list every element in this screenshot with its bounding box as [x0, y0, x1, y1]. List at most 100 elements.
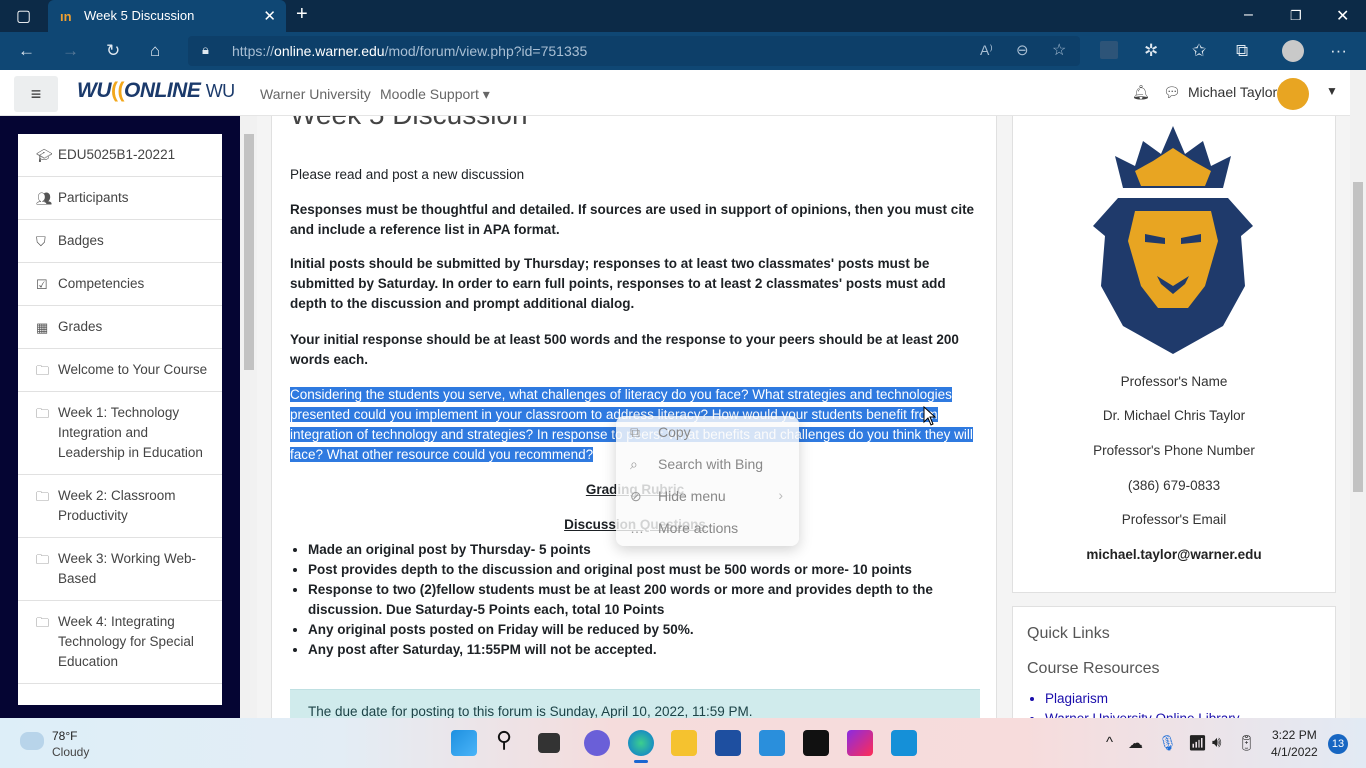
nav-link-moodle-support[interactable]: Moodle Support ▾: [380, 86, 490, 103]
sidebar-scrollbar[interactable]: [240, 116, 257, 718]
home-icon[interactable]: ⌂: [150, 41, 160, 61]
search-icon[interactable]: ⚲: [496, 727, 522, 753]
context-menu-more-actions[interactable]: … More actions: [616, 514, 799, 544]
paramount-icon[interactable]: [847, 730, 873, 756]
sidebar-item-week-1[interactable]: 🗀 Week 1: Technology Integration and Lead…: [18, 392, 222, 475]
context-menu-copy[interactable]: ⧉ Copy: [616, 418, 799, 448]
professor-name-label: Professor's Name: [1120, 374, 1228, 389]
weather-desc[interactable]: Cloudy: [52, 745, 89, 759]
sidebar-item-badges[interactable]: ⛉ Badges: [18, 220, 222, 263]
profile-icon[interactable]: [1282, 40, 1304, 62]
battery-icon[interactable]: 🔋︎: [1237, 734, 1256, 752]
tab-title: Week 5 Discussion: [84, 8, 195, 23]
plagiarism-link[interactable]: Plagiarism: [1045, 689, 1240, 709]
task-view-icon[interactable]: [538, 733, 560, 753]
list-item: Any original posts posted on Friday will…: [308, 620, 980, 640]
context-menu-search-bing[interactable]: ⌕ Search with Bing: [616, 450, 799, 480]
sidebar-item-participants[interactable]: 👥︎ Participants: [18, 177, 222, 220]
weather-cloud-icon[interactable]: [20, 732, 44, 750]
pluto-tv-icon[interactable]: [803, 730, 829, 756]
user-name[interactable]: Michael Taylor: [1188, 84, 1277, 100]
clock-time[interactable]: 3:22 PM: [1272, 728, 1317, 742]
professor-phone-label: Professor's Phone Number: [1093, 443, 1255, 458]
user-menu-caret-icon[interactable]: ▼: [1326, 84, 1338, 98]
quick-links-block: Quick Links Course Resources Plagiarism …: [1012, 606, 1336, 736]
minimize-icon[interactable]: –: [1244, 6, 1253, 24]
search-bing-icon: ⌕: [630, 456, 638, 472]
more-menu-icon[interactable]: ···: [1330, 41, 1347, 61]
extensions-puzzle-icon[interactable]: ✲: [1144, 41, 1158, 61]
menu-toggle-button[interactable]: ≡: [14, 76, 58, 112]
sidebar-item-week-4[interactable]: 🗀 Week 4: Integrating Technology for Spec…: [18, 601, 222, 684]
page-scrollbar[interactable]: [1350, 70, 1366, 718]
lion-logo: [1093, 126, 1253, 354]
close-window-icon[interactable]: ✕: [1336, 6, 1349, 26]
sidebar-scroll-thumb[interactable]: [244, 134, 254, 370]
url-text[interactable]: https://online.warner.edu/mod/forum/view…: [232, 43, 587, 59]
browser-tab[interactable]: ın Week 5 Discussion ✕: [48, 0, 286, 32]
zoom-app-icon[interactable]: [891, 730, 917, 756]
sidebar-item-week-2[interactable]: 🗀 Week 2: Classroom Productivity: [18, 475, 222, 538]
tray-overflow-icon[interactable]: ^: [1106, 734, 1113, 751]
add-favorite-icon[interactable]: ☆: [1052, 40, 1066, 60]
hide-icon: ⊘: [630, 488, 642, 504]
mouse-cursor-icon: [923, 406, 937, 426]
tab-actions-icon[interactable]: ▢: [16, 6, 31, 26]
zoom-out-icon[interactable]: ⊖: [1016, 41, 1029, 59]
avatar[interactable]: [1277, 78, 1309, 110]
context-menu-hide[interactable]: ⊘ Hide menu ›: [616, 482, 799, 512]
active-app-indicator: [634, 760, 648, 763]
file-explorer-icon[interactable]: [671, 730, 697, 756]
professor-phone: (386) 679-0833: [1127, 478, 1221, 493]
page-scroll-thumb[interactable]: [1353, 182, 1363, 492]
edge-icon[interactable]: [628, 730, 654, 756]
site-header: ≡ WU((ONLINE WU Warner University Moodle…: [0, 70, 1352, 116]
sidebar-item-competencies[interactable]: ☑ Competencies: [18, 263, 222, 306]
refresh-icon[interactable]: ↻: [106, 41, 120, 61]
address-bar[interactable]: 🔒︎ https://online.warner.edu/mod/forum/v…: [188, 36, 1080, 66]
browser-titlebar: ▢ ın Week 5 Discussion ✕ + – ❐ ✕: [0, 0, 1366, 32]
start-icon[interactable]: [451, 730, 477, 756]
forward-icon[interactable]: →: [62, 41, 79, 61]
lock-icon: 🔒︎: [202, 42, 209, 57]
new-tab-icon[interactable]: +: [296, 3, 308, 26]
store-icon[interactable]: [715, 730, 741, 756]
microphone-icon[interactable]: 🎙︎: [1158, 734, 1177, 752]
moodle-icon: ın: [60, 9, 72, 24]
wifi-icon[interactable]: 📶︎: [1188, 734, 1207, 752]
quick-links-title: Quick Links: [1027, 625, 1110, 642]
close-tab-icon[interactable]: ✕: [263, 7, 276, 25]
extension-icon[interactable]: [1100, 41, 1118, 59]
professor-email[interactable]: michael.taylor@warner.edu: [1013, 547, 1335, 562]
chevron-right-icon: ›: [778, 487, 783, 503]
sidebar-item-welcome[interactable]: 🗀 Welcome to Your Course: [18, 349, 222, 392]
sidebar-item-grades[interactable]: ▦ Grades: [18, 306, 222, 349]
volume-icon[interactable]: 🔊︎: [1212, 734, 1221, 751]
professor-name: Dr. Michael Chris Taylor: [1102, 408, 1246, 423]
notification-badge[interactable]: 13: [1328, 734, 1348, 754]
favorites-icon[interactable]: ✩: [1192, 41, 1206, 61]
clock-date[interactable]: 4/1/2022: [1271, 745, 1318, 759]
nav-link-warner-university[interactable]: Warner University: [260, 86, 371, 102]
site-logo[interactable]: WU((ONLINE WU: [77, 79, 235, 103]
requirements-paragraph: Responses must be thoughtful and detaile…: [290, 202, 975, 237]
sidebar-item-course[interactable]: 🎓︎ EDU5025B1-20221: [18, 134, 222, 177]
table-icon: ▦: [36, 320, 49, 335]
notifications-bell-icon[interactable]: 🔔︎: [1132, 84, 1150, 101]
back-icon[interactable]: ←: [18, 41, 35, 61]
list-item: Response to two (2)fellow students must …: [308, 580, 980, 620]
collections-icon[interactable]: ⧉: [1236, 41, 1248, 61]
teams-chat-icon[interactable]: [584, 730, 610, 756]
mail-icon[interactable]: [759, 730, 785, 756]
messages-icon[interactable]: 💬︎: [1163, 84, 1181, 101]
copy-icon: ⧉: [630, 424, 640, 440]
page-title: Week 5 Discussion: [290, 116, 528, 131]
onedrive-icon[interactable]: ☁: [1128, 734, 1143, 752]
weather-temp[interactable]: 78°F: [52, 729, 77, 743]
read-aloud-icon[interactable]: A⁾: [980, 42, 993, 59]
restore-icon[interactable]: ❐: [1290, 8, 1302, 24]
folder-icon: 🗀: [36, 489, 50, 504]
list-item: Post provides depth to the discussion an…: [308, 560, 980, 580]
sidebar-item-week-3[interactable]: 🗀 Week 3: Working Web-Based: [18, 538, 222, 601]
graduation-cap-icon: 🎓︎: [36, 148, 53, 163]
